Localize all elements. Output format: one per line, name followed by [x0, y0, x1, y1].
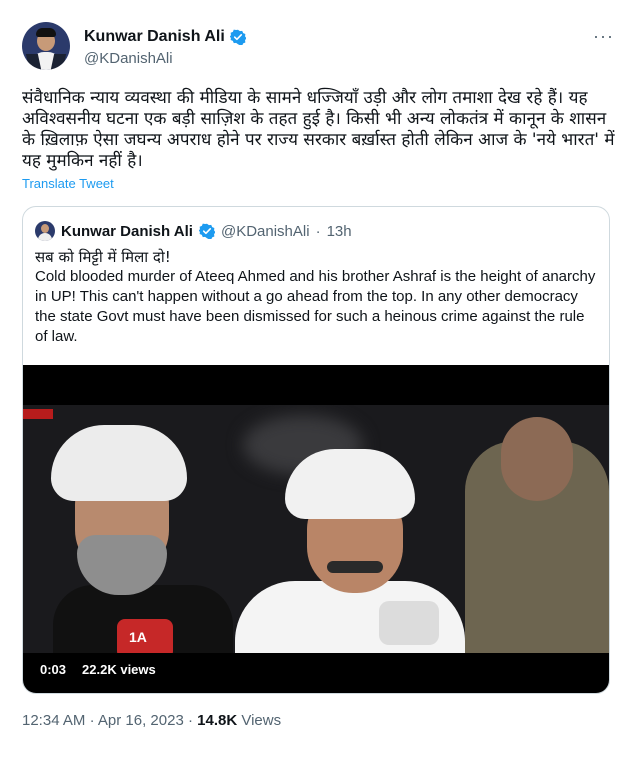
views-count[interactable]: 14.8K — [197, 712, 237, 729]
video-duration: 0:03 — [37, 660, 70, 679]
tweet-date[interactable]: Apr 16, 2023 — [98, 712, 184, 729]
more-options-icon[interactable]: ··· — [593, 26, 614, 47]
quoted-author-avatar — [35, 221, 55, 241]
video-frame: 1A — [23, 405, 609, 653]
video-views: 22.2K views — [79, 660, 159, 679]
tweet-time[interactable]: 12:34 AM — [22, 712, 85, 729]
author-handle[interactable]: @KDanishAli — [84, 50, 173, 67]
translate-tweet-link[interactable]: Translate Tweet — [22, 176, 114, 191]
tweet-text: संवैधानिक न्याय व्यवस्था की मीडिया के सा… — [22, 88, 615, 171]
quoted-timestamp: 13h — [326, 222, 352, 240]
separator-dot: · — [89, 712, 95, 729]
tweet-metadata: 12:34 AM · Apr 16, 2023 · 14.8K Views — [22, 712, 281, 729]
quoted-text: Cold blooded murder of Ateeq Ahmed and h… — [35, 268, 596, 345]
verified-badge-icon — [229, 29, 246, 45]
views-label: Views — [241, 712, 282, 729]
quoted-author-handle: @KDanishAli — [220, 222, 310, 240]
tweet[interactable]: Kunwar Danish Ali @KDanishAli ··· संवैधा… — [0, 0, 640, 760]
microphone-logo: 1A — [129, 629, 147, 645]
separator-dot: · — [187, 712, 193, 729]
author-name[interactable]: Kunwar Danish Ali — [84, 28, 225, 46]
verified-badge-icon — [198, 223, 215, 239]
quoted-hindi-line: सब को मिट्टी में मिला दो! — [35, 248, 171, 266]
video-player[interactable]: 1A 0:03 22.2K views — [23, 365, 609, 693]
quoted-author-name: Kunwar Danish Ali — [61, 222, 193, 240]
separator-dot: · — [315, 222, 321, 240]
quoted-tweet[interactable]: Kunwar Danish Ali @KDanishAli · 13h सब क… — [22, 206, 610, 694]
author-avatar[interactable] — [22, 22, 70, 70]
